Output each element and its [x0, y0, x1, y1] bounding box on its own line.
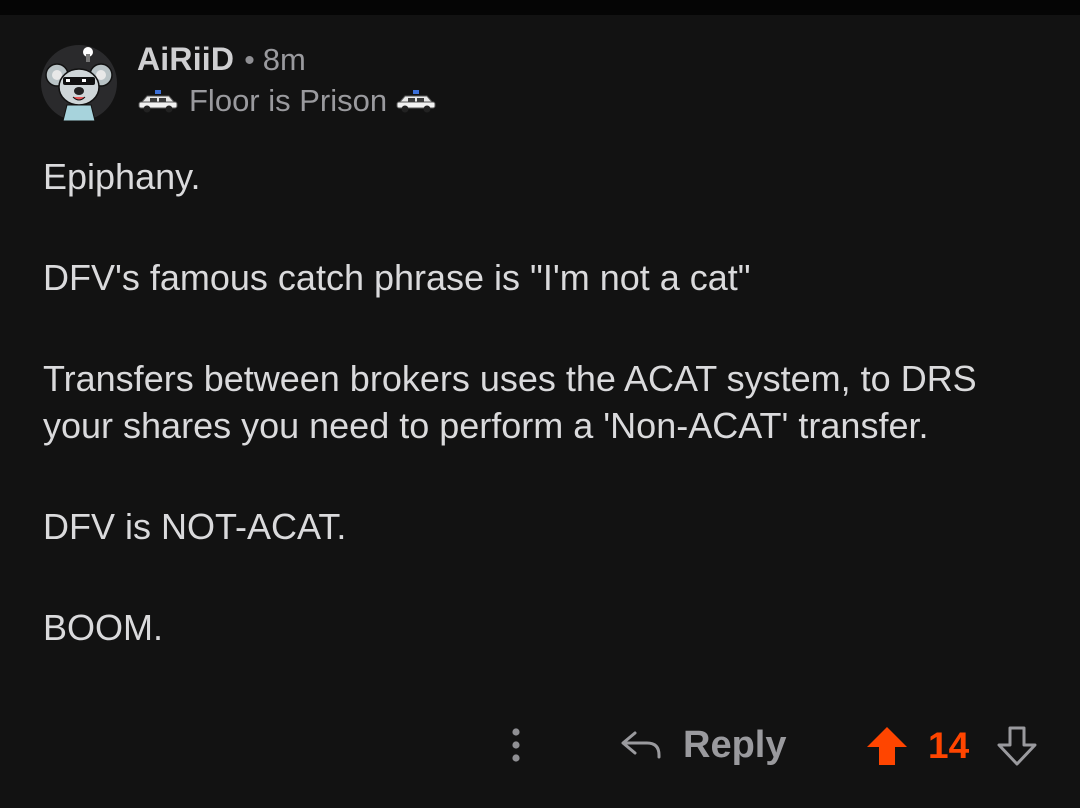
- user-flair: Floor is Prison: [137, 81, 737, 121]
- reply-arrow-icon: [621, 731, 661, 759]
- comment-paragraph: BOOM.: [43, 607, 164, 648]
- comment-paragraph: Transfers between brokers uses the ACAT …: [43, 358, 977, 446]
- comment-body: Epiphany. DFV's famous catch phrase is "…: [43, 153, 1043, 651]
- comment-actions: Reply 14: [0, 715, 1080, 775]
- reply-button[interactable]: Reply: [619, 720, 786, 770]
- username[interactable]: AiRiiD: [137, 41, 234, 78]
- comment-card: AiRiiD • 8m Floor is Prison Epiphany. DF…: [0, 15, 1080, 808]
- vote-score: 14: [928, 725, 970, 766]
- avatar[interactable]: [41, 45, 117, 122]
- more-vertical-icon[interactable]: [500, 725, 532, 765]
- status-bar-strip: [0, 0, 1080, 15]
- snoo-koala-avatar-icon: [41, 45, 117, 122]
- police-car-icon: [396, 90, 436, 113]
- upvote-arrow-icon[interactable]: [864, 723, 910, 769]
- separator-dot: •: [244, 44, 255, 77]
- author-row: AiRiiD • 8m: [137, 41, 737, 83]
- comment-meta: AiRiiD • 8m Floor is Prison: [137, 41, 737, 121]
- reply-label: Reply: [683, 723, 787, 766]
- downvote-arrow-icon[interactable]: [994, 723, 1040, 769]
- flair-text: Floor is Prison: [189, 83, 388, 118]
- police-car-icon: [138, 90, 178, 113]
- comment-paragraph: DFV is NOT-ACAT.: [43, 506, 347, 547]
- comment-age: 8m: [262, 42, 306, 77]
- comment-paragraph: DFV's famous catch phrase is "I'm not a …: [43, 257, 751, 298]
- comment-paragraph: Epiphany.: [43, 156, 201, 197]
